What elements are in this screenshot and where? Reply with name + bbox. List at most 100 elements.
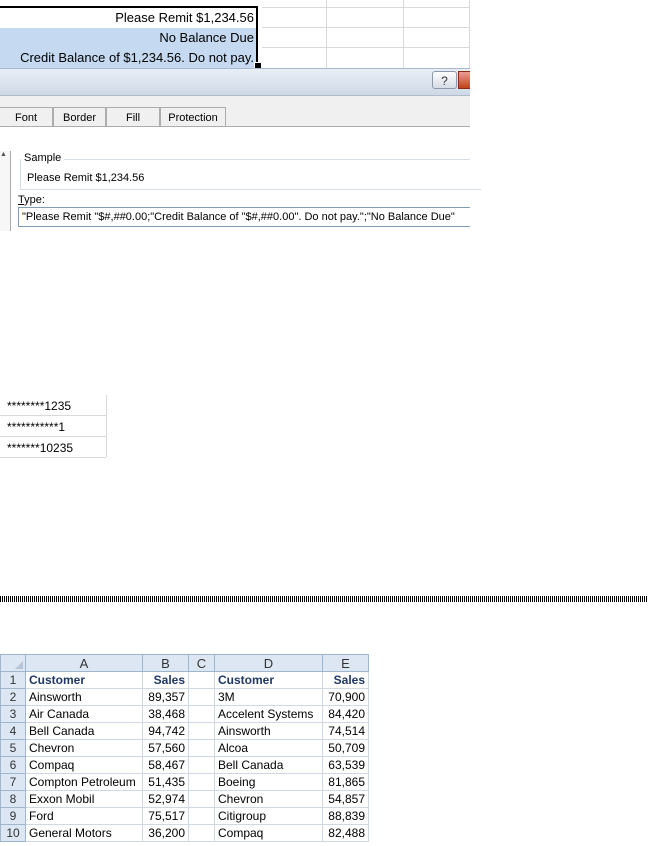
cell-customer-a[interactable]: Exxon Mobil bbox=[25, 790, 143, 808]
cell-remit[interactable]: Please Remit $1,234.56 bbox=[0, 8, 256, 28]
column-header-c[interactable]: C bbox=[188, 654, 215, 672]
cell-c[interactable] bbox=[188, 824, 215, 842]
table-row: 4 Bell Canada 94,742 Ainsworth 74,514 bbox=[0, 722, 369, 740]
cell-customer-d[interactable]: Customer bbox=[214, 671, 323, 689]
row-header[interactable]: 1 bbox=[0, 671, 26, 689]
table-row: 5 Chevron 57,560 Alcoa 50,709 bbox=[0, 739, 369, 757]
cell-customer-d[interactable]: Chevron bbox=[214, 790, 323, 808]
row-header[interactable]: 6 bbox=[0, 756, 26, 774]
cell-sales-b[interactable]: 38,468 bbox=[142, 705, 189, 723]
cell-sales-e[interactable]: 82,488 bbox=[322, 824, 369, 842]
cell-customer-a[interactable]: Customer bbox=[25, 671, 143, 689]
cell-customer-a[interactable]: Air Canada bbox=[25, 705, 143, 723]
type-input[interactable]: "Please Remit "$#,##0.00;"Credit Balance… bbox=[18, 207, 470, 227]
cell-sales-b[interactable]: 75,517 bbox=[142, 807, 189, 825]
cell-customer-a[interactable]: Ainsworth bbox=[25, 688, 143, 706]
cell-customer-d[interactable]: Compaq bbox=[214, 824, 323, 842]
category-list-scrollbar[interactable]: ▲ bbox=[0, 151, 11, 231]
table-row: 7 Compton Petroleum 51,435 Boeing 81,865 bbox=[0, 773, 369, 791]
tab-font[interactable]: Font bbox=[0, 107, 53, 127]
row-header[interactable]: 8 bbox=[0, 790, 26, 808]
cell-customer-d[interactable]: Alcoa bbox=[214, 739, 323, 757]
gridline bbox=[469, 0, 470, 68]
gridline bbox=[262, 27, 470, 28]
table-row: 10 General Motors 36,200 Compaq 82,488 bbox=[0, 824, 369, 842]
cell-sales-b[interactable]: Sales bbox=[142, 671, 189, 689]
dialog-title-bar: ? bbox=[0, 68, 470, 96]
column-header-a[interactable]: A bbox=[25, 654, 143, 672]
asterisk-cell-row[interactable]: *******10235 bbox=[0, 437, 106, 458]
tab-border[interactable]: Border bbox=[53, 107, 106, 127]
close-button[interactable] bbox=[458, 71, 470, 89]
cell-sales-b[interactable]: 94,742 bbox=[142, 722, 189, 740]
row-header[interactable]: 10 bbox=[0, 824, 26, 842]
row-header[interactable]: 5 bbox=[0, 739, 26, 757]
cell-sales-b[interactable]: 57,560 bbox=[142, 739, 189, 757]
cell-credit-balance[interactable]: Credit Balance of $1,234.56. Do not pay. bbox=[0, 48, 256, 68]
cell-sales-e[interactable]: 50,709 bbox=[322, 739, 369, 757]
cell-sales-b[interactable]: 36,200 bbox=[142, 824, 189, 842]
cell-customer-a[interactable]: Compaq bbox=[25, 756, 143, 774]
tab-protection[interactable]: Protection bbox=[160, 107, 226, 127]
cell-sales-b[interactable]: 89,357 bbox=[142, 688, 189, 706]
row-header[interactable]: 4 bbox=[0, 722, 26, 740]
cell-c[interactable] bbox=[188, 688, 215, 706]
table-row: 8 Exxon Mobil 52,974 Chevron 54,857 bbox=[0, 790, 369, 808]
cell-c[interactable] bbox=[188, 756, 215, 774]
cell-c[interactable] bbox=[188, 705, 215, 723]
table-row: 2 Ainsworth 89,357 3M 70,900 bbox=[0, 688, 369, 706]
cell-sales-b[interactable]: 58,467 bbox=[142, 756, 189, 774]
cell-sales-b[interactable]: 52,974 bbox=[142, 790, 189, 808]
group-divider bbox=[64, 159, 470, 160]
sample-label: Sample bbox=[24, 152, 62, 164]
cell-sales-b[interactable]: 51,435 bbox=[142, 773, 189, 791]
row-header[interactable]: 3 bbox=[0, 705, 26, 723]
cell-customer-d[interactable]: Bell Canada bbox=[214, 756, 323, 774]
type-label: Type: bbox=[18, 194, 45, 206]
cell-sales-e[interactable]: 81,865 bbox=[322, 773, 369, 791]
cell-c[interactable] bbox=[188, 739, 215, 757]
cell-customer-d[interactable]: 3M bbox=[214, 688, 323, 706]
row-header[interactable]: 7 bbox=[0, 773, 26, 791]
cell-sales-e[interactable]: 74,514 bbox=[322, 722, 369, 740]
cell-customer-d[interactable]: Boeing bbox=[214, 773, 323, 791]
row-header[interactable]: 9 bbox=[0, 807, 26, 825]
sheet-grid: A B C D E 1 Customer Sales Customer Sales 2 Ai… bbox=[0, 654, 369, 842]
table-row: 3 Air Canada 38,468 Accelent Systems 84,420 bbox=[0, 705, 369, 723]
select-all-corner[interactable] bbox=[0, 654, 26, 672]
row-header[interactable]: 2 bbox=[0, 688, 26, 706]
customer-sales-sheet: A B C D E 1 Customer Sales Customer Sales 2 Ai… bbox=[0, 654, 370, 846]
help-button[interactable]: ? bbox=[432, 71, 457, 89]
tab-fill[interactable]: Fill bbox=[106, 107, 160, 127]
scroll-up-icon[interactable]: ▲ bbox=[0, 151, 7, 158]
cell-sales-e[interactable]: 63,539 bbox=[322, 756, 369, 774]
cell-customer-a[interactable]: General Motors bbox=[25, 824, 143, 842]
page-divider bbox=[0, 596, 648, 602]
cell-customer-a[interactable]: Bell Canada bbox=[25, 722, 143, 740]
cell-customer-a[interactable]: Chevron bbox=[25, 739, 143, 757]
asterisk-cell-row[interactable]: ********1235 bbox=[0, 395, 106, 416]
cell-no-balance[interactable]: No Balance Due bbox=[0, 28, 256, 48]
cell-c[interactable] bbox=[188, 671, 215, 689]
cell-customer-a[interactable]: Ford bbox=[25, 807, 143, 825]
cell-c[interactable] bbox=[188, 722, 215, 740]
type-label-text: ype: bbox=[24, 194, 45, 206]
cell-customer-d[interactable]: Accelent Systems bbox=[214, 705, 323, 723]
column-header-b[interactable]: B bbox=[142, 654, 189, 672]
asterisk-cell: ***********1 bbox=[7, 420, 66, 434]
cell-sales-e[interactable]: Sales bbox=[322, 671, 369, 689]
cell-sales-e[interactable]: 88,839 bbox=[322, 807, 369, 825]
asterisk-cell-row[interactable]: ***********1 bbox=[0, 416, 106, 437]
cell-c[interactable] bbox=[188, 773, 215, 791]
cell-customer-d[interactable]: Ainsworth bbox=[214, 722, 323, 740]
asterisk-cell: *******10235 bbox=[7, 441, 74, 455]
cell-customer-a[interactable]: Compton Petroleum bbox=[25, 773, 143, 791]
column-header-e[interactable]: E bbox=[322, 654, 369, 672]
cell-c[interactable] bbox=[188, 807, 215, 825]
column-header-d[interactable]: D bbox=[214, 654, 323, 672]
cell-sales-e[interactable]: 84,420 bbox=[322, 705, 369, 723]
cell-customer-d[interactable]: Citigroup bbox=[214, 807, 323, 825]
cell-sales-e[interactable]: 54,857 bbox=[322, 790, 369, 808]
cell-c[interactable] bbox=[188, 790, 215, 808]
cell-sales-e[interactable]: 70,900 bbox=[322, 688, 369, 706]
